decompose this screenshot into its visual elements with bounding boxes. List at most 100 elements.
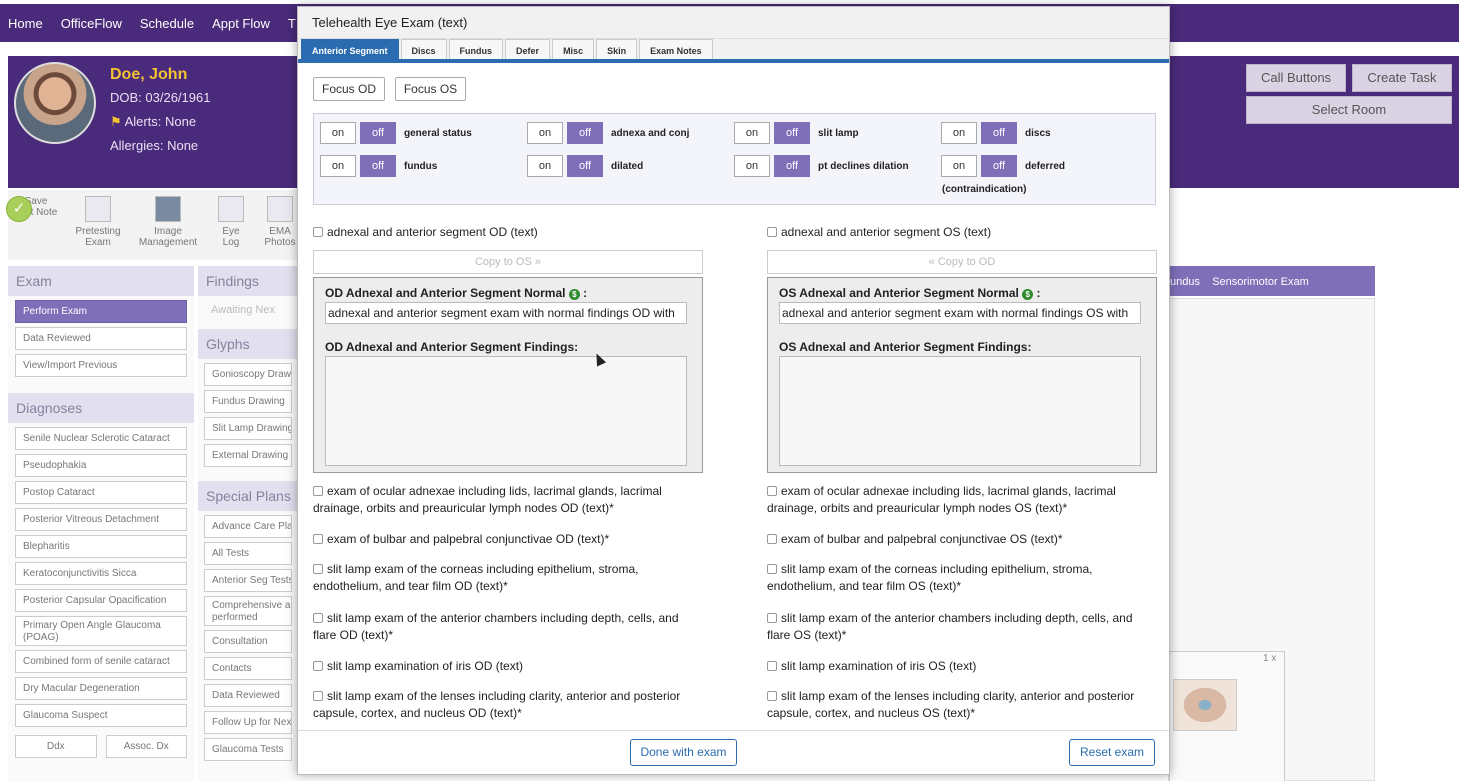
diagnosis-item[interactable]: Combined form of senile cataract (15, 650, 187, 673)
on-button[interactable]: on (320, 155, 356, 177)
od-check-anterior-chambers[interactable]: slit lamp exam of the anterior chambers … (313, 610, 703, 644)
od-main-check[interactable]: adnexal and anterior segment OD (text) (313, 224, 703, 241)
os-check-anterior-chambers[interactable]: slit lamp exam of the anterior chambers … (767, 610, 1157, 644)
done-with-exam-button[interactable]: Done with exam (630, 739, 737, 766)
on-button[interactable]: on (320, 122, 356, 144)
off-button[interactable]: off (360, 122, 396, 144)
nav-truncated[interactable]: T (288, 16, 296, 31)
call-buttons-button[interactable]: Call Buttons (1246, 64, 1346, 92)
glyph-item[interactable]: Gonioscopy Drawi (204, 363, 292, 386)
nav-officeflow[interactable]: OfficeFlow (61, 16, 122, 31)
perform-exam-item[interactable]: Perform Exam (15, 300, 187, 323)
glyph-item[interactable]: External Drawing (204, 444, 292, 467)
diagnosis-item[interactable]: Blepharitis (15, 535, 187, 558)
assoc-dx-button[interactable]: Assoc. Dx (105, 735, 187, 758)
tab-skin[interactable]: Skin (596, 39, 638, 59)
tab-discs[interactable]: Discs (400, 39, 447, 59)
diagnosis-item[interactable]: Pseudophakia (15, 454, 187, 477)
od-check-iris[interactable]: slit lamp examination of iris OD (text) (313, 658, 703, 675)
plan-item[interactable]: Glaucoma Tests (204, 738, 292, 761)
copy-to-os-button[interactable]: Copy to OS » (313, 250, 703, 274)
info-icon[interactable]: $ (1022, 289, 1034, 300)
plan-item[interactable]: Follow Up for Nex (204, 711, 292, 734)
diagnosis-item[interactable]: Senile Nuclear Sclerotic Cataract (15, 427, 187, 450)
diagnosis-item[interactable]: Posterior Vitreous Detachment (15, 508, 187, 531)
plan-item[interactable]: Consultation (204, 630, 292, 653)
eye-thumbnail[interactable] (1173, 679, 1237, 731)
od-normal-input[interactable]: adnexal and anterior segment exam with n… (325, 302, 687, 324)
os-check-corneas[interactable]: slit lamp exam of the corneas including … (767, 561, 1157, 595)
create-task-button[interactable]: Create Task (1352, 64, 1452, 92)
os-normal-input[interactable]: adnexal and anterior segment exam with n… (779, 302, 1141, 324)
data-reviewed-item[interactable]: Data Reviewed (15, 327, 187, 350)
checkbox[interactable] (313, 534, 323, 544)
od-check-corneas[interactable]: slit lamp exam of the corneas including … (313, 561, 703, 595)
plan-item[interactable]: Comprehensive a performed (204, 596, 292, 626)
off-button[interactable]: off (981, 155, 1017, 177)
diagnosis-item[interactable]: Glaucoma Suspect (15, 704, 187, 727)
os-check-iris[interactable]: slit lamp examination of iris OS (text) (767, 658, 1157, 675)
checkbox[interactable] (767, 661, 777, 671)
on-button[interactable]: on (527, 155, 563, 177)
tab-misc[interactable]: Misc (552, 39, 595, 59)
glyph-item[interactable]: Slit Lamp Drawing (204, 417, 292, 440)
plan-item[interactable]: Anterior Seg Tests (204, 569, 292, 592)
off-button[interactable]: off (774, 155, 810, 177)
on-button[interactable]: on (941, 155, 977, 177)
checkbox[interactable] (767, 691, 777, 701)
reset-exam-button[interactable]: Reset exam (1069, 739, 1155, 766)
checkbox[interactable] (767, 227, 777, 237)
focus-os-button[interactable]: Focus OS (395, 77, 466, 101)
checkbox[interactable] (313, 691, 323, 701)
diagnosis-item[interactable]: Posterior Capsular Opacification (15, 589, 187, 612)
diagnosis-item[interactable]: Keratoconjunctivitis Sicca (15, 562, 187, 585)
select-room-button[interactable]: Select Room (1246, 96, 1452, 124)
tab-exam-notes[interactable]: Exam Notes (639, 39, 713, 59)
copy-to-od-button[interactable]: « Copy to OD (767, 250, 1157, 274)
plan-item[interactable]: All Tests (204, 542, 292, 565)
checkbox[interactable] (313, 486, 323, 496)
nav-home[interactable]: Home (8, 16, 43, 31)
glyph-item[interactable]: Fundus Drawing (204, 390, 292, 413)
os-check-conjunctivae[interactable]: exam of bulbar and palpebral conjunctiva… (767, 531, 1157, 548)
nav-schedule[interactable]: Schedule (140, 16, 194, 31)
diagnosis-item[interactable]: Postop Cataract (15, 481, 187, 504)
checkbox[interactable] (767, 613, 777, 623)
checkbox[interactable] (313, 564, 323, 574)
ddx-button[interactable]: Ddx (15, 735, 97, 758)
os-main-check[interactable]: adnexal and anterior segment OS (text) (767, 224, 1157, 241)
off-button[interactable]: off (981, 122, 1017, 144)
tab-anterior-segment[interactable]: Anterior Segment (301, 39, 399, 59)
off-button[interactable]: off (774, 122, 810, 144)
checkbox[interactable] (767, 486, 777, 496)
diagnosis-item[interactable]: Dry Macular Degeneration (15, 677, 187, 700)
plan-item[interactable]: Data Reviewed (204, 684, 292, 707)
checkbox[interactable] (313, 227, 323, 237)
on-button[interactable]: on (734, 155, 770, 177)
tab-defer[interactable]: Defer (505, 39, 551, 59)
os-check-lenses[interactable]: slit lamp exam of the lenses including c… (767, 688, 1157, 722)
od-findings-textarea[interactable] (325, 356, 687, 466)
plan-item[interactable]: Advance Care Plan (204, 515, 292, 538)
off-button[interactable]: off (360, 155, 396, 177)
checkbox[interactable] (313, 661, 323, 671)
info-icon[interactable]: $ (568, 289, 580, 300)
right-tabs-text[interactable]: undus Sensorimotor Exam (1168, 276, 1309, 288)
nav-appt-flow[interactable]: Appt Flow (212, 16, 270, 31)
os-check-adnexae[interactable]: exam of ocular adnexae including lids, l… (767, 483, 1157, 517)
on-button[interactable]: on (734, 122, 770, 144)
save-visit-note-button[interactable]: ✓ Save Visit Note (6, 196, 66, 222)
off-button[interactable]: off (567, 122, 603, 144)
plan-item[interactable]: Contacts (204, 657, 292, 680)
od-check-conjunctivae[interactable]: exam of bulbar and palpebral conjunctiva… (313, 531, 703, 548)
diagnosis-item[interactable]: Primary Open Angle Glaucoma (POAG) (15, 616, 187, 646)
off-button[interactable]: off (567, 155, 603, 177)
od-check-adnexae[interactable]: exam of ocular adnexae including lids, l… (313, 483, 703, 517)
checkbox[interactable] (767, 534, 777, 544)
checkbox[interactable] (313, 613, 323, 623)
os-findings-textarea[interactable] (779, 356, 1141, 466)
on-button[interactable]: on (527, 122, 563, 144)
focus-od-button[interactable]: Focus OD (313, 77, 385, 101)
view-import-previous-item[interactable]: View/Import Previous (15, 354, 187, 377)
od-check-lenses[interactable]: slit lamp exam of the lenses including c… (313, 688, 703, 722)
